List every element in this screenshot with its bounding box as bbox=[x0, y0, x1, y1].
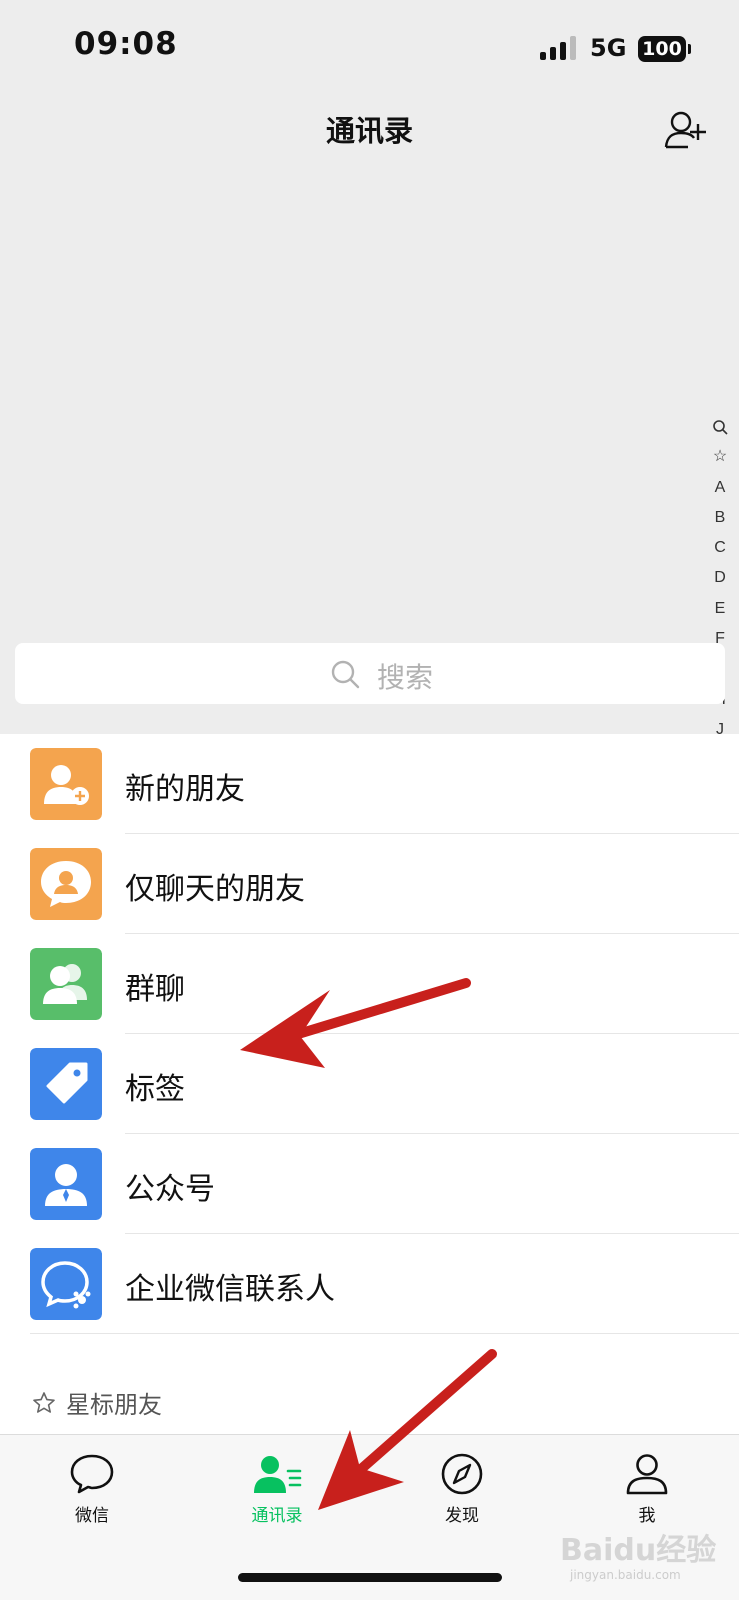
official-account-icon bbox=[30, 1148, 102, 1220]
list-item-tags[interactable]: 标签 bbox=[0, 1034, 739, 1134]
tab-discover[interactable]: 发现 bbox=[407, 1453, 517, 1526]
tab-label: 通讯录 bbox=[251, 1506, 303, 1526]
watermark: Baidu经验 bbox=[560, 1533, 717, 1568]
tag-icon bbox=[30, 1048, 102, 1120]
index-letter[interactable]: B bbox=[706, 503, 734, 533]
cellular-signal-icon bbox=[540, 36, 578, 60]
list-item-label: 群聊 bbox=[125, 972, 185, 1007]
tab-chats[interactable]: 微信 bbox=[37, 1453, 147, 1526]
list-item-label: 标签 bbox=[125, 1072, 185, 1107]
tab-label: 微信 bbox=[75, 1506, 109, 1526]
home-indicator[interactable] bbox=[238, 1573, 502, 1582]
page-title: 通讯录 bbox=[325, 114, 413, 148]
divider bbox=[30, 1333, 739, 1334]
person-icon bbox=[626, 1454, 668, 1495]
tab-contacts[interactable]: 通讯录 bbox=[222, 1453, 332, 1526]
battery-tip bbox=[688, 44, 691, 54]
index-letter[interactable]: ☆ bbox=[706, 442, 734, 472]
wecom-contact-icon bbox=[30, 1248, 102, 1320]
new-friend-icon bbox=[30, 748, 102, 820]
index-search-icon[interactable] bbox=[706, 412, 734, 442]
list-item-label: 仅聊天的朋友 bbox=[125, 872, 305, 907]
index-letter[interactable]: C bbox=[706, 533, 734, 563]
chat-only-friend-icon bbox=[30, 848, 102, 920]
list-item-official-accounts[interactable]: 公众号 bbox=[0, 1134, 739, 1234]
search-bar[interactable]: 搜索 bbox=[15, 643, 725, 704]
index-letter[interactable]: D bbox=[706, 563, 734, 593]
index-letter[interactable]: E bbox=[706, 594, 734, 624]
search-placeholder: 搜索 bbox=[377, 661, 434, 694]
list-item-wecom-contacts[interactable]: 企业微信联系人 bbox=[0, 1234, 739, 1334]
tab-me[interactable]: 我 bbox=[592, 1453, 702, 1526]
group-chat-icon bbox=[30, 948, 102, 1020]
chat-bubble-icon bbox=[70, 1454, 114, 1494]
list-item-group-chats[interactable]: 群聊 bbox=[0, 934, 739, 1034]
tab-label: 发现 bbox=[445, 1506, 479, 1526]
network-type: 5G bbox=[590, 34, 627, 62]
list-item-label: 企业微信联系人 bbox=[125, 1272, 335, 1307]
list-item-new-friends[interactable]: 新的朋友 bbox=[0, 734, 739, 834]
starred-friends-label: 星标朋友 bbox=[66, 1391, 162, 1419]
list-item-chat-only-friends[interactable]: 仅聊天的朋友 bbox=[0, 834, 739, 934]
tab-label: 我 bbox=[638, 1506, 656, 1526]
add-friend-icon[interactable] bbox=[664, 110, 708, 150]
list-item-label: 新的朋友 bbox=[125, 772, 245, 807]
status-time: 09:08 bbox=[74, 26, 178, 62]
star-icon bbox=[33, 1391, 55, 1413]
search-icon bbox=[331, 660, 360, 689]
contacts-icon bbox=[254, 1456, 302, 1493]
compass-icon bbox=[441, 1453, 483, 1495]
list-item-label: 公众号 bbox=[125, 1172, 215, 1207]
watermark-sub: jingyan.baidu.com bbox=[570, 1568, 681, 1582]
contacts-function-list: 新的朋友 仅聊天的朋友 群聊 标签 公众号 企业微信联系人 bbox=[0, 734, 739, 1434]
index-letter[interactable]: A bbox=[706, 473, 734, 503]
starred-friends-section: 星标朋友 bbox=[32, 1385, 162, 1420]
battery-indicator: 100 bbox=[638, 36, 686, 62]
